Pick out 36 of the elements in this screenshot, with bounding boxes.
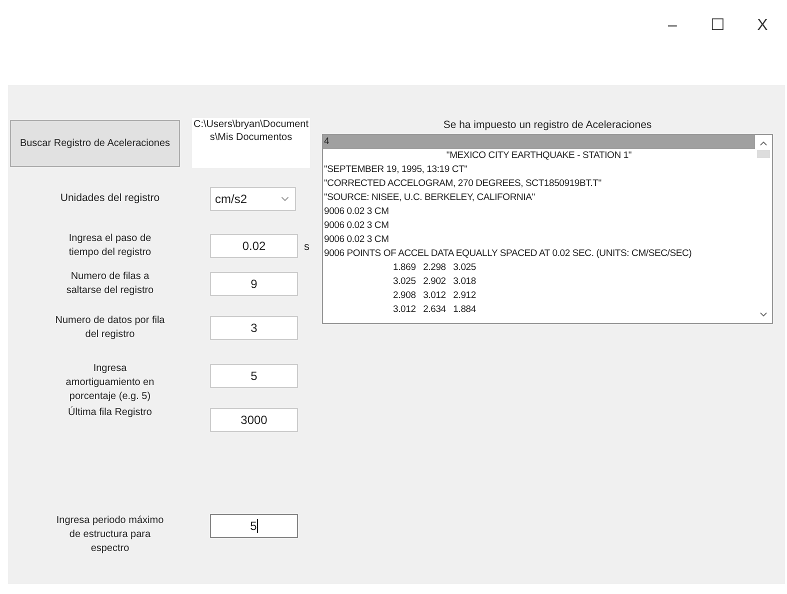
field-label: Ingresa amortiguamiento en porcentaje (e.g. 5) xyxy=(64,362,156,404)
number-field[interactable]: 3 xyxy=(210,316,298,340)
number-field[interactable]: 0.02 xyxy=(210,234,298,258)
unit-label: s xyxy=(304,240,310,255)
file-path-text: s\Mis Documentos xyxy=(210,131,292,144)
record-line[interactable]: 3.025 2.902 3.018 xyxy=(323,275,755,289)
file-path-text: C:\Users\bryan\Document xyxy=(193,118,309,131)
record-line[interactable]: 3.012 2.634 1.884 xyxy=(323,303,755,317)
record-line[interactable]: 9006 0.02 3 CM xyxy=(323,219,755,233)
field-label: Numero de filas a saltarse del registro xyxy=(65,270,155,298)
units-label: Unidades del registro xyxy=(59,191,161,206)
minimize-button[interactable]: – xyxy=(650,14,695,85)
record-line[interactable]: "SEPTEMBER 19, 1995, 13:19 CT" xyxy=(323,163,755,177)
record-listbox[interactable] xyxy=(322,134,773,324)
field-label: Última fila Registro xyxy=(67,406,153,420)
record-line[interactable]: 1.869 2.298 3.025 xyxy=(323,261,755,275)
record-title: Se ha impuesto un registro de Aceleraciones xyxy=(442,118,653,133)
field-label: Ingresa periodo máximo de estructura para espectro xyxy=(55,514,165,556)
units-dropdown[interactable]: cm/s2 xyxy=(210,187,296,211)
field-label: Ingresa el paso de tiempo del registro xyxy=(68,232,152,260)
number-field[interactable]: 3000 xyxy=(210,408,298,432)
number-field[interactable]: 5 xyxy=(210,514,298,538)
load-record-button[interactable]: Buscar Registro de Aceleraciones xyxy=(10,120,180,167)
maximize-button[interactable]: ☐ xyxy=(695,14,740,85)
record-line[interactable]: 9006 0.02 3 CM xyxy=(323,233,755,247)
record-line[interactable]: 2.908 3.012 2.912 xyxy=(323,289,755,303)
record-line[interactable]: "CORRECTED ACCELOGRAM, 270 DEGREES, SCT1850919BT.T" xyxy=(323,177,755,191)
close-button[interactable]: X xyxy=(740,14,785,85)
scroll-thumb[interactable] xyxy=(757,150,770,158)
record-line[interactable]: 9006 POINTS OF ACCEL DATA EQUALLY SPACED AT 0.02 SEC. (UNITS: CM/SEC/SEC) xyxy=(323,247,755,261)
record-line[interactable]: "SOURCE: NISEE, U.C. BERKELEY, CALIFORNIA" xyxy=(323,191,755,205)
field-label: Numero de datos por fila del registro xyxy=(54,314,166,342)
record-line[interactable]: "MEXICO CITY EARTHQUAKE - STATION 1" xyxy=(323,149,755,163)
number-field[interactable]: 9 xyxy=(210,272,298,296)
record-line[interactable]: 9006 0.02 3 CM xyxy=(323,205,755,219)
number-field[interactable]: 5 xyxy=(210,364,298,388)
